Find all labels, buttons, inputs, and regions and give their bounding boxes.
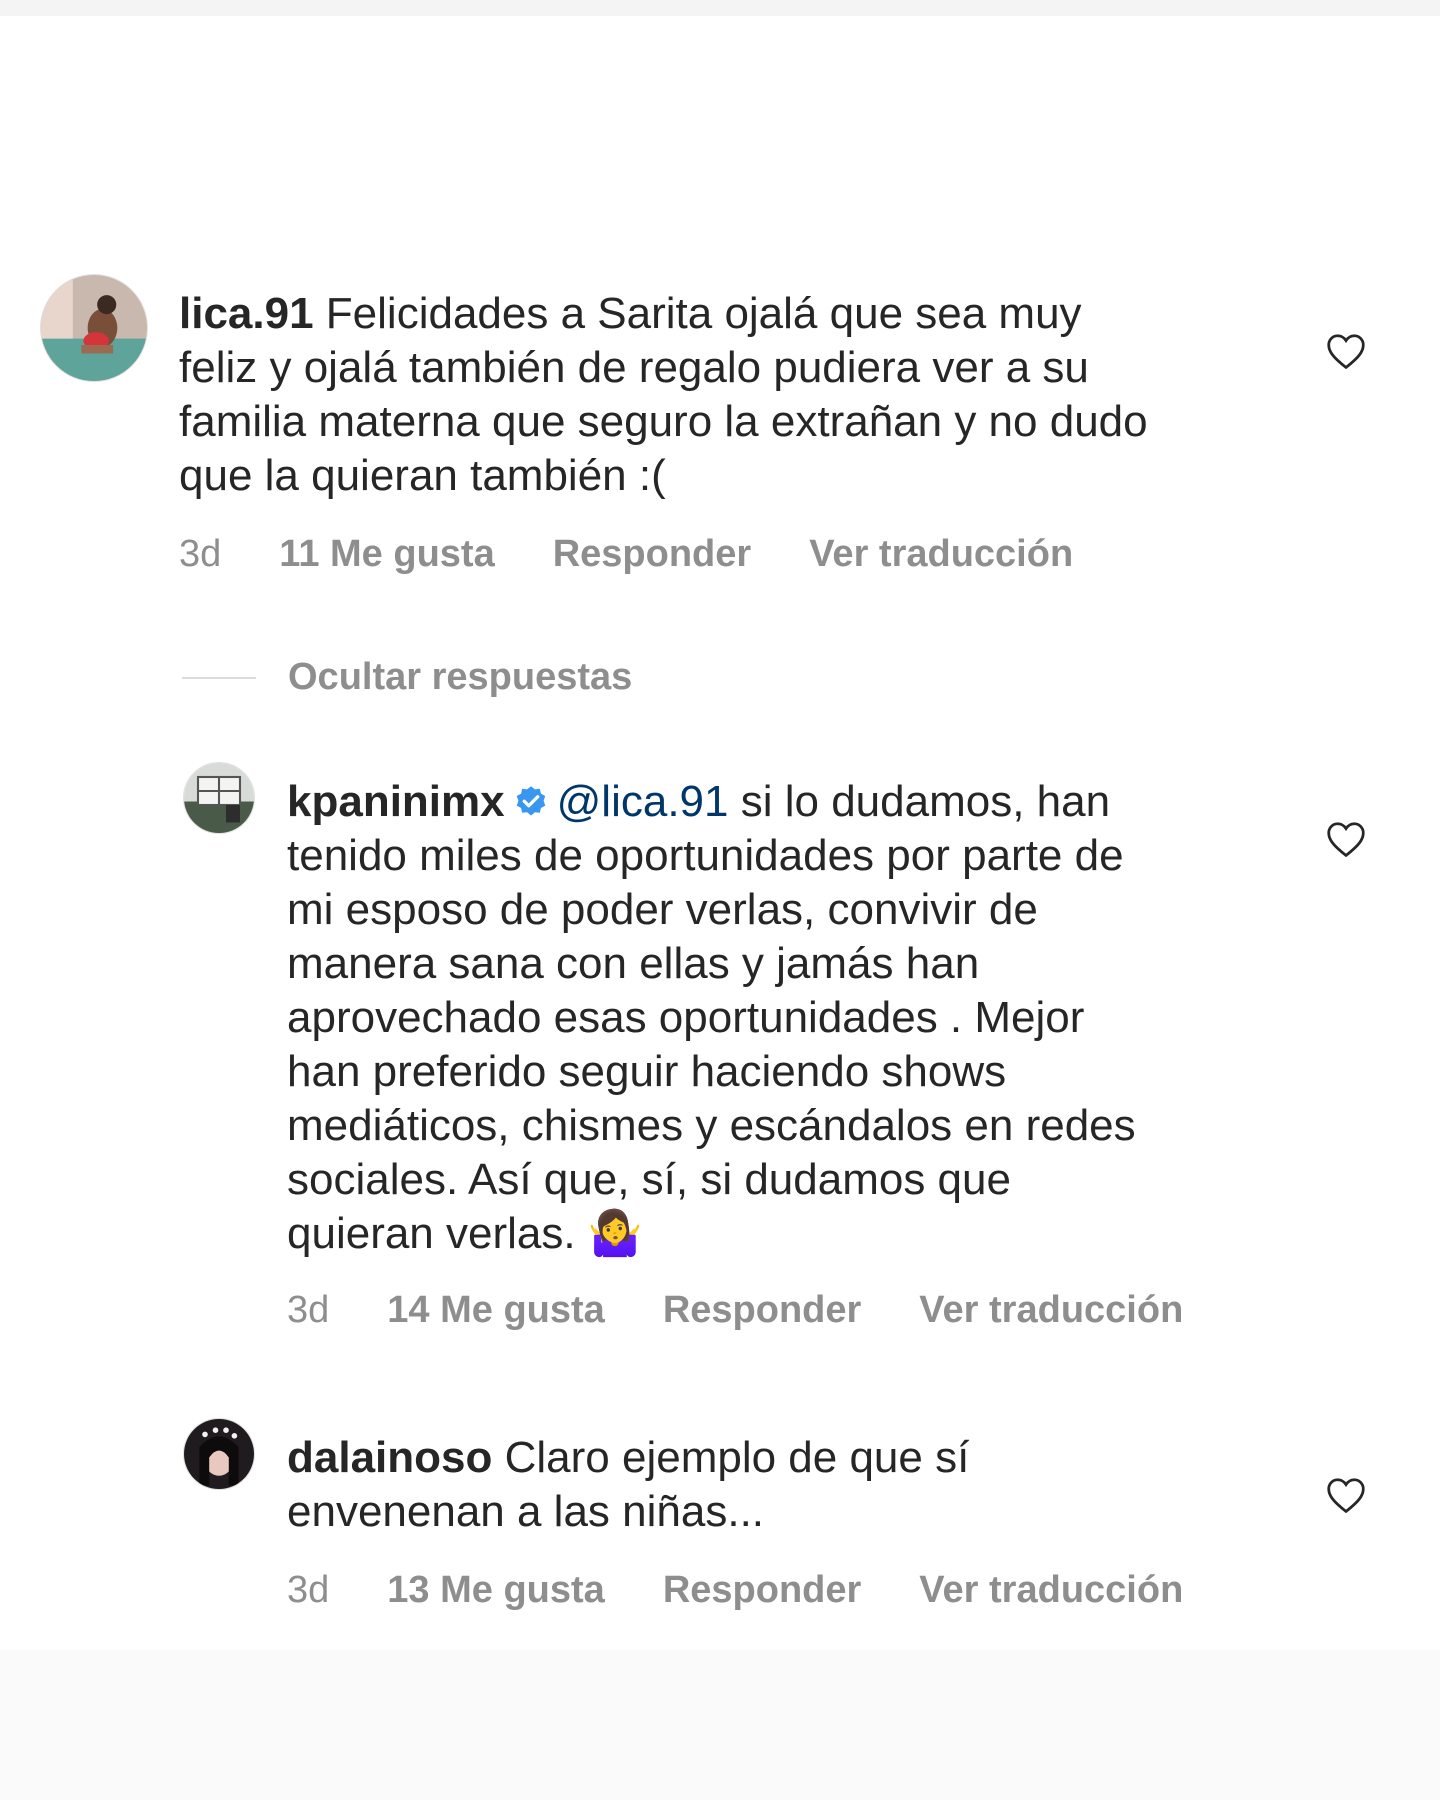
verified-badge-icon xyxy=(516,786,545,816)
comment-text: kpaninimx @lica.91 si lo dudamos, han ten… xyxy=(287,775,1287,1261)
heart-outline-icon[interactable] xyxy=(1325,820,1367,858)
hide-replies-button[interactable]: Ocultar respuestas xyxy=(182,656,632,699)
footer-area xyxy=(0,1650,1440,1800)
likes-count[interactable]: 13 Me gusta xyxy=(387,1568,605,1612)
see-translation-button[interactable]: Ver traducción xyxy=(919,1288,1183,1332)
reply-button[interactable]: Responder xyxy=(553,532,751,576)
comment-username[interactable]: dalainoso xyxy=(287,1433,492,1482)
heart-outline-icon[interactable] xyxy=(1325,332,1367,370)
comment-meta: 3d 13 Me gusta Responder Ver traducción xyxy=(287,1568,1241,1612)
reply-button[interactable]: Responder xyxy=(663,1288,861,1332)
reply-button[interactable]: Responder xyxy=(663,1568,861,1612)
comments-panel: lica.91 Felicidades a Sarita ojalá que s… xyxy=(0,16,1440,1650)
comment-time: 3d xyxy=(287,1569,330,1611)
comment-body: si lo dudamos, han tenido miles de oport… xyxy=(287,777,1136,1258)
comment-body: Felicidades a Sarita ojalá que sea muy f… xyxy=(179,289,1148,500)
comment-username[interactable]: lica.91 xyxy=(179,289,314,338)
hide-replies-label: Ocultar respuestas xyxy=(288,656,633,698)
top-strip xyxy=(0,0,1440,16)
comment-username[interactable]: kpaninimx xyxy=(287,777,505,826)
avatar-dalainoso[interactable] xyxy=(183,1418,255,1490)
mention-link[interactable]: @lica.91 xyxy=(557,777,729,826)
divider-line xyxy=(182,676,256,679)
avatar-lica91[interactable] xyxy=(40,274,148,382)
comment-meta: 3d 11 Me gusta Responder Ver traducción xyxy=(179,532,1131,576)
comment-time: 3d xyxy=(179,533,222,575)
see-translation-button[interactable]: Ver traducción xyxy=(919,1568,1183,1612)
likes-count[interactable]: 14 Me gusta xyxy=(387,1288,605,1332)
heart-outline-icon[interactable] xyxy=(1325,1476,1367,1514)
avatar-kpaninimx[interactable] xyxy=(183,762,255,834)
comment-meta: 3d 14 Me gusta Responder Ver traducción xyxy=(287,1288,1241,1332)
see-translation-button[interactable]: Ver traducción xyxy=(809,532,1073,576)
likes-count[interactable]: 11 Me gusta xyxy=(279,532,494,576)
comment-text: lica.91 Felicidades a Sarita ojalá que s… xyxy=(179,287,1269,503)
comment-text: dalainoso Claro ejemplo de que sí envene… xyxy=(287,1431,1287,1539)
comment-time: 3d xyxy=(287,1289,330,1331)
